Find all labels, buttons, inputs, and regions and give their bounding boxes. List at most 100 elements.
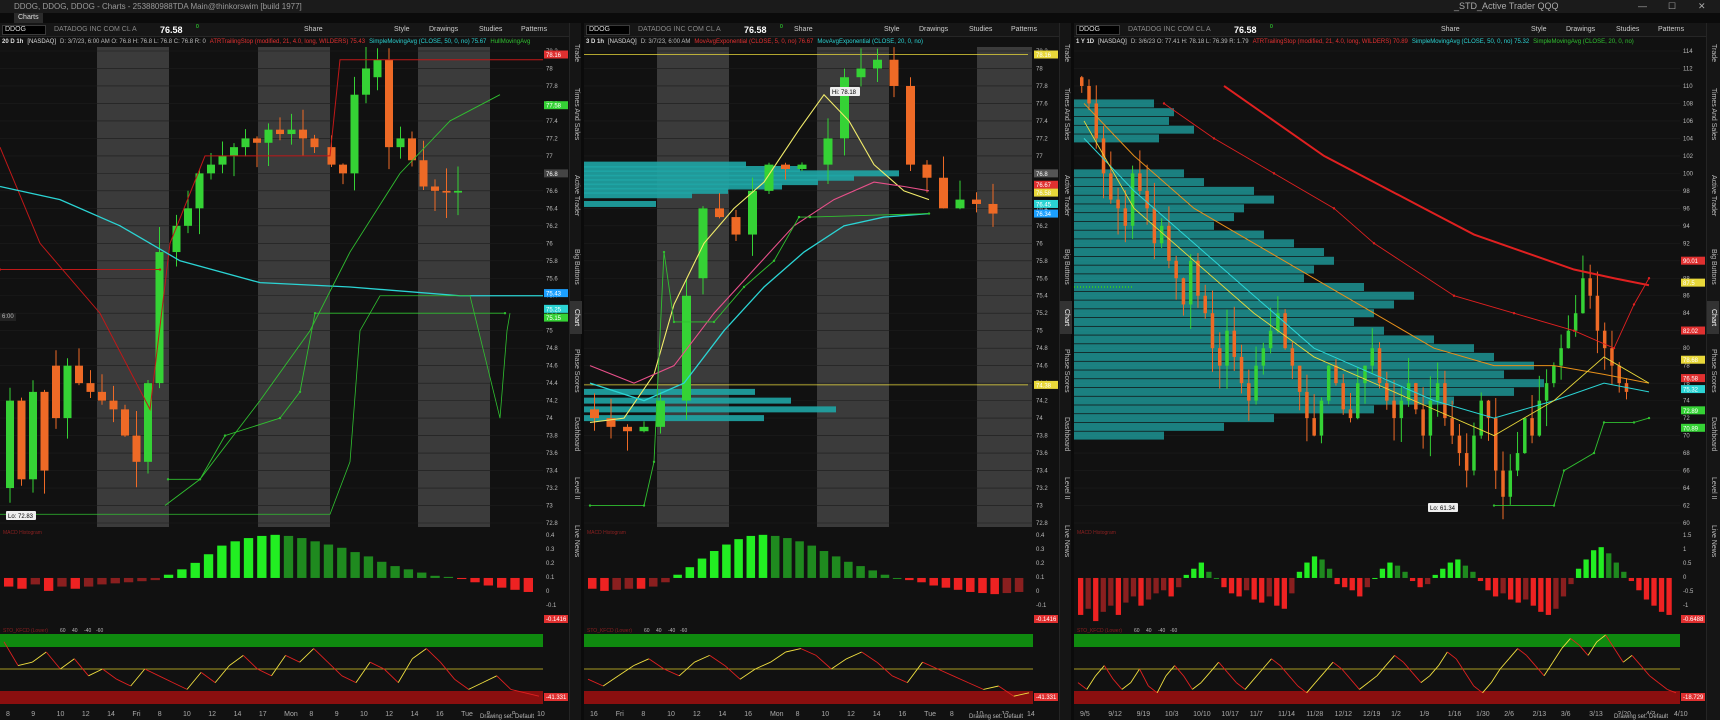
candle[interactable] <box>1486 400 1491 419</box>
candle[interactable] <box>1341 383 1345 410</box>
candle[interactable] <box>1523 418 1527 454</box>
candle[interactable] <box>1261 348 1266 366</box>
candle[interactable] <box>132 435 141 462</box>
share-button[interactable]: Share <box>304 23 323 37</box>
candle[interactable] <box>1210 313 1215 349</box>
candle[interactable] <box>1116 199 1120 209</box>
candle[interactable] <box>1094 103 1099 139</box>
macd-histogram[interactable]: MACD Histogram 0.4 0.3 0.2 0.1 0 -0.1 -0.1416 <box>584 527 1059 625</box>
candle[interactable] <box>955 199 965 209</box>
candle[interactable] <box>287 129 296 135</box>
candle[interactable] <box>1515 453 1520 471</box>
candle[interactable] <box>155 252 164 384</box>
candle[interactable] <box>1617 365 1621 384</box>
candle[interactable] <box>454 190 462 193</box>
candle[interactable] <box>698 208 708 279</box>
candle[interactable] <box>1145 190 1149 209</box>
patterns-button[interactable]: Patterns <box>1011 23 1037 37</box>
side-tab-trade[interactable]: Trade <box>570 37 582 70</box>
side-tab-chart[interactable]: Chart <box>1060 301 1072 334</box>
candle[interactable] <box>362 68 370 95</box>
candle[interactable] <box>1602 330 1607 349</box>
candle[interactable] <box>373 59 382 78</box>
candle[interactable] <box>906 85 915 165</box>
candle[interactable] <box>75 365 83 384</box>
candle[interactable] <box>1326 365 1331 401</box>
candle[interactable] <box>1109 173 1113 200</box>
macd-histogram[interactable]: MACD Histogram 0.4 0.3 0.2 0.1 0 -0.1 -0.1416 <box>0 527 569 625</box>
drawing-set-status[interactable]: Drawing set: Default <box>969 714 1024 720</box>
candle[interactable] <box>1123 208 1128 226</box>
candle[interactable] <box>1472 435 1476 471</box>
candle[interactable] <box>339 164 347 174</box>
macd-histogram[interactable]: MACD Histogram 1.5 1 0.5 0 -0.5 -1 -0.6488 <box>1074 527 1706 625</box>
candle[interactable] <box>1501 470 1505 497</box>
candle[interactable] <box>1319 400 1324 436</box>
side-tab-times-and-sales[interactable]: Times And Sales <box>1707 73 1719 156</box>
candle[interactable] <box>396 138 405 148</box>
side-tab-active-trader[interactable]: Active Trader <box>570 159 582 232</box>
candle[interactable] <box>873 59 882 69</box>
patterns-button[interactable]: Patterns <box>521 23 547 37</box>
candle[interactable] <box>98 391 106 401</box>
price-chart[interactable]: 1141121101081061041021009896949290888684… <box>1074 47 1706 527</box>
drawing-set-status[interactable]: Drawing set: Default <box>1614 714 1669 720</box>
candle[interactable] <box>52 365 60 419</box>
candle[interactable] <box>1239 356 1244 384</box>
drawing-set-status[interactable]: Drawing set: Default <box>480 714 535 720</box>
side-tab-dashboard[interactable]: Dashboard <box>1060 408 1072 461</box>
side-tab-live-news[interactable]: Live News <box>1060 515 1072 568</box>
candle[interactable] <box>1494 418 1498 471</box>
candle[interactable] <box>1530 418 1534 436</box>
candle[interactable] <box>1385 383 1389 401</box>
candle[interactable] <box>1348 409 1353 419</box>
candle[interactable] <box>1552 365 1556 384</box>
candle[interactable] <box>1457 435 1462 454</box>
side-tab-level-ii[interactable]: Level II <box>570 464 582 512</box>
candle[interactable] <box>1464 453 1469 471</box>
candle[interactable] <box>109 400 118 410</box>
candle[interactable] <box>253 138 261 143</box>
candle[interactable] <box>17 400 26 480</box>
side-tab-times-and-sales[interactable]: Times And Sales <box>570 73 582 156</box>
candle[interactable] <box>1443 383 1447 419</box>
side-tab-big-buttons[interactable]: Big Buttons <box>1060 235 1072 298</box>
drawings-button[interactable]: Drawings <box>919 23 948 37</box>
minimize-icon[interactable]: — <box>1638 0 1647 13</box>
candle[interactable] <box>1559 348 1563 366</box>
candle[interactable] <box>856 68 866 78</box>
candle[interactable] <box>264 129 273 143</box>
candle[interactable] <box>840 77 849 139</box>
side-tab-phase-scores[interactable]: Phase Scores <box>1707 337 1719 405</box>
candle[interactable] <box>1414 383 1418 410</box>
chart-panel-1[interactable]: DDOG DATADOG INC COM CL A 76.58 0 Share Style… <box>0 23 569 720</box>
candle[interactable] <box>230 147 238 156</box>
side-tab-chart[interactable]: Chart <box>570 301 582 334</box>
candle[interactable] <box>299 129 307 139</box>
style-button[interactable]: Style <box>884 23 900 37</box>
price-chart[interactable]: 78.27877.877.677.477.27776.876.676.476.2… <box>584 47 1059 527</box>
drawings-button[interactable]: Drawings <box>1566 23 1595 37</box>
candle[interactable] <box>715 208 724 218</box>
candle[interactable] <box>172 225 181 253</box>
candle[interactable] <box>1203 295 1207 314</box>
candle[interactable] <box>310 138 319 148</box>
close-icon[interactable]: ✕ <box>1698 0 1706 13</box>
candle[interactable] <box>1428 400 1433 436</box>
candle[interactable] <box>1290 348 1295 366</box>
chart-panel-2[interactable]: DDOG DATADOG INC COM CL A 76.58 0 Share Style… <box>584 23 1059 720</box>
candle[interactable] <box>1566 330 1571 349</box>
side-tab-level-ii[interactable]: Level II <box>1060 464 1072 512</box>
side-tab-live-news[interactable]: Live News <box>570 515 582 568</box>
candle[interactable] <box>1283 313 1287 349</box>
side-tab-big-buttons[interactable]: Big Buttons <box>1707 235 1719 298</box>
style-button[interactable]: Style <box>1531 23 1547 37</box>
candle[interactable] <box>350 94 359 174</box>
candle[interactable] <box>1508 470 1513 497</box>
candle[interactable] <box>797 164 807 169</box>
candle[interactable] <box>184 208 192 226</box>
studies-button[interactable]: Studies <box>1616 23 1639 37</box>
stochastic-chart[interactable]: STO_KFCD (Lower) 60 40 -40 -60 -18.729 <box>1074 627 1706 707</box>
candle[interactable] <box>408 138 416 161</box>
candle[interactable] <box>1254 365 1258 401</box>
